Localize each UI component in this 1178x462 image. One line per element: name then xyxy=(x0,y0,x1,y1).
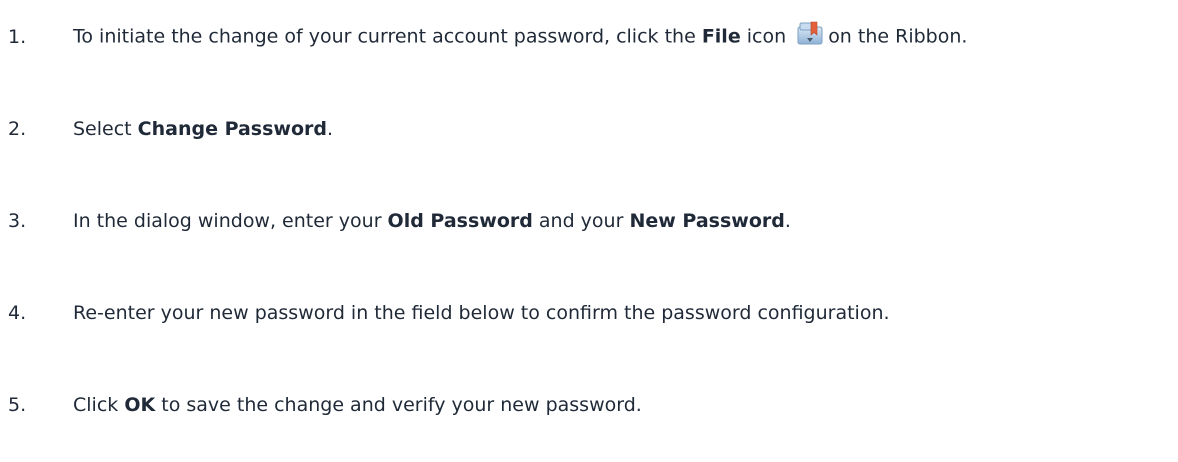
change-password-label: Change Password xyxy=(137,118,328,140)
step-number: 2. xyxy=(8,118,27,140)
step-text: Select Change Password. xyxy=(73,118,334,140)
step-text: To initiate the change of your current a… xyxy=(73,21,967,51)
old-password-label: Old Password xyxy=(387,210,533,232)
step-4: 4. Re-enter your new password in the fie… xyxy=(0,298,890,328)
step-number: 4. xyxy=(8,302,27,324)
new-password-label: New Password xyxy=(629,210,785,232)
file-label: File xyxy=(701,25,741,48)
ok-label: OK xyxy=(124,394,156,416)
step-2: 2. Select Change Password. xyxy=(0,114,333,144)
step-number: 5. xyxy=(8,394,27,416)
step-5: 5. Click OK to save the change and verif… xyxy=(0,390,642,420)
step-3: 3. In the dialog window, enter your Old … xyxy=(0,206,791,236)
step-text: In the dialog window, enter your Old Pas… xyxy=(73,210,791,232)
step-text: Click OK to save the change and verify y… xyxy=(73,394,642,416)
instruction-steps: 1. To initiate the change of your curren… xyxy=(0,0,1178,462)
file-icon xyxy=(797,21,823,45)
step-number: 1. xyxy=(8,26,27,48)
step-text: Re-enter your new password in the field … xyxy=(73,302,890,324)
step-number: 3. xyxy=(8,210,27,232)
step-1: 1. To initiate the change of your curren… xyxy=(0,21,967,52)
